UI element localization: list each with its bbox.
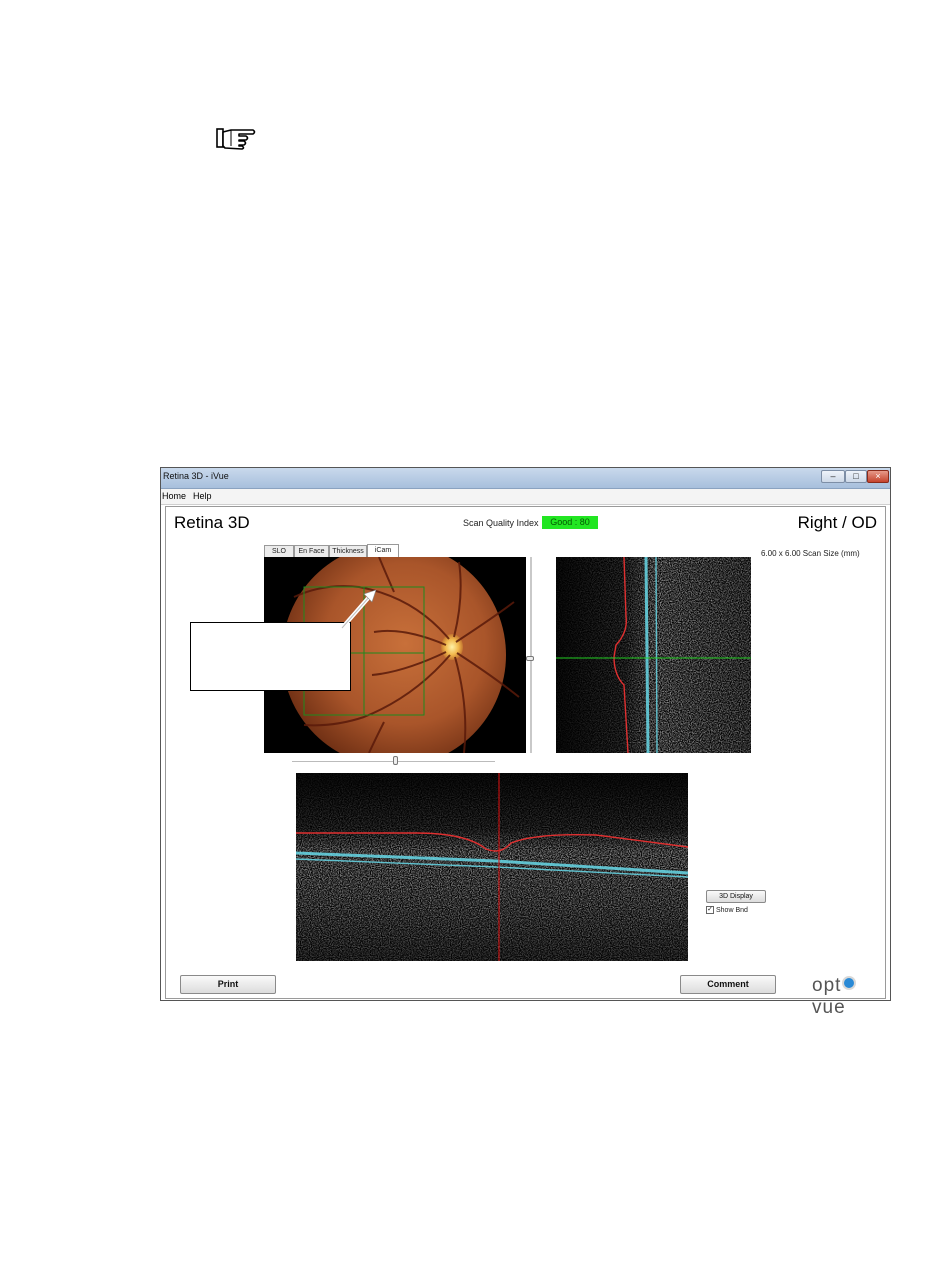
scan-quality-label: Scan Quality Index xyxy=(463,518,539,528)
vertical-slider-thumb[interactable] xyxy=(526,656,534,661)
close-button[interactable]: × xyxy=(867,470,889,483)
pointing-hand-icon xyxy=(216,128,256,150)
scan-size-label: 6.00 x 6.00 Scan Size (mm) xyxy=(761,549,860,558)
ivue-window: Retina 3D - iVue – □ × Home Help Retina … xyxy=(160,467,891,1018)
show-boundary-label: Show Bnd xyxy=(716,906,748,914)
vertical-oct-bscan[interactable] xyxy=(556,557,751,753)
logo-text-right: vue xyxy=(812,997,846,1018)
vertical-slider-track[interactable] xyxy=(530,557,532,753)
horizontal-slider-thumb[interactable] xyxy=(393,756,398,765)
window-title: Retina 3D - iVue xyxy=(163,471,229,481)
menu-help[interactable]: Help xyxy=(193,491,212,501)
eye-label: Right / OD xyxy=(797,513,877,532)
menu-bar: Home Help xyxy=(161,489,890,505)
show-boundary-checkbox[interactable]: ✓ xyxy=(706,906,714,914)
tab-icam[interactable]: iCam xyxy=(367,544,399,557)
logo-text-left: opt xyxy=(812,975,842,996)
show-boundary-toggle[interactable]: ✓ Show Bnd xyxy=(706,906,748,914)
horizontal-oct-bscan[interactable] xyxy=(296,773,688,961)
minimize-button[interactable]: – xyxy=(821,470,845,483)
menu-home[interactable]: Home xyxy=(162,491,186,501)
tab-thickness[interactable]: Thickness xyxy=(329,545,367,557)
horizontal-oct-image xyxy=(296,773,688,961)
maximize-button[interactable]: □ xyxy=(845,470,867,483)
callout-box xyxy=(190,622,351,691)
page-title: Retina 3D xyxy=(174,513,250,532)
comment-button[interactable]: Comment xyxy=(680,975,776,994)
print-button[interactable]: Print xyxy=(180,975,276,994)
window-titlebar[interactable]: Retina 3D - iVue – □ × xyxy=(161,468,890,489)
scan-quality-badge: Good : 80 xyxy=(542,516,598,529)
logo-dot-icon xyxy=(842,976,857,990)
tab-en-face[interactable]: En Face xyxy=(294,545,329,557)
vertical-oct-image xyxy=(556,557,751,753)
callout-arrow-icon xyxy=(340,589,377,630)
report-content: Retina 3D Right / OD Scan Quality Index … xyxy=(165,506,886,1018)
3d-display-button[interactable]: 3D Display xyxy=(706,890,766,903)
optovue-logo: optvue xyxy=(812,975,885,1019)
tab-slo[interactable]: SLO xyxy=(264,545,294,557)
